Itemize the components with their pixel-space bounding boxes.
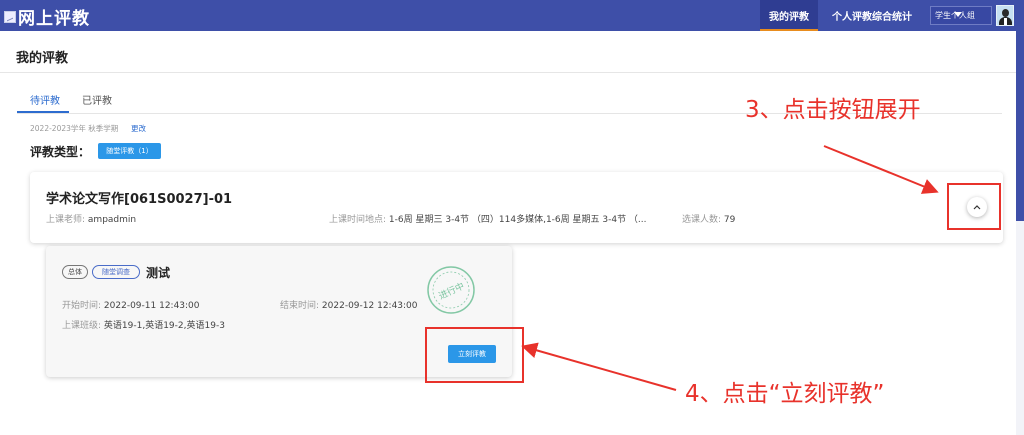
annotation-arrows [521,145,939,391]
arrow-to-expand [823,145,939,194]
arrow-to-evaluate [521,342,677,391]
